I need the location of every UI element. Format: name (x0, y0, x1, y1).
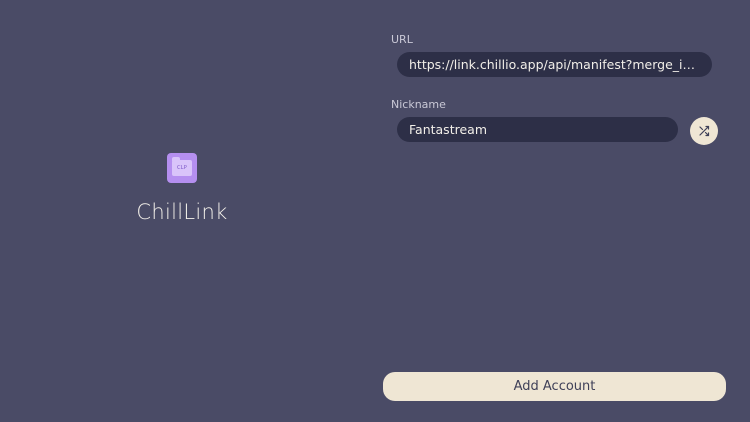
shuffle-icon (699, 125, 710, 137)
brand: CLP ChillLink (112, 150, 252, 224)
nickname-input[interactable]: Fantastream (397, 117, 678, 142)
url-input[interactable]: https://link.chillio.app/api/manifest?me… (397, 52, 712, 77)
add-account-button[interactable]: Add Account (383, 372, 726, 401)
logo-icon-text: CLP (177, 165, 187, 171)
shuffle-nickname-button[interactable] (690, 117, 718, 145)
url-label: URL (391, 33, 413, 46)
chilllink-logo-icon: CLP (167, 153, 197, 183)
app-name: ChillLink (136, 200, 228, 224)
folder-icon: CLP (172, 157, 192, 176)
nickname-label: Nickname (391, 98, 446, 111)
